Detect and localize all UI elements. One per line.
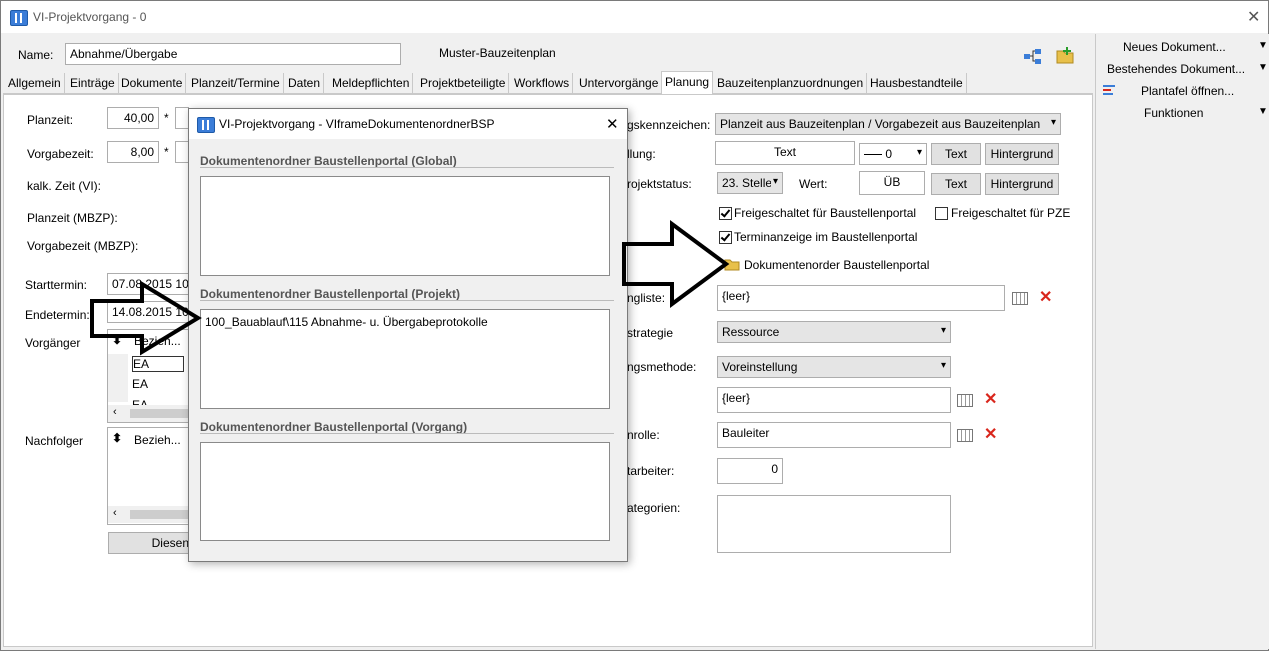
annotation-arrows <box>90 220 730 356</box>
arrow-right-icon <box>622 220 730 308</box>
arrow-right-icon <box>90 280 202 356</box>
